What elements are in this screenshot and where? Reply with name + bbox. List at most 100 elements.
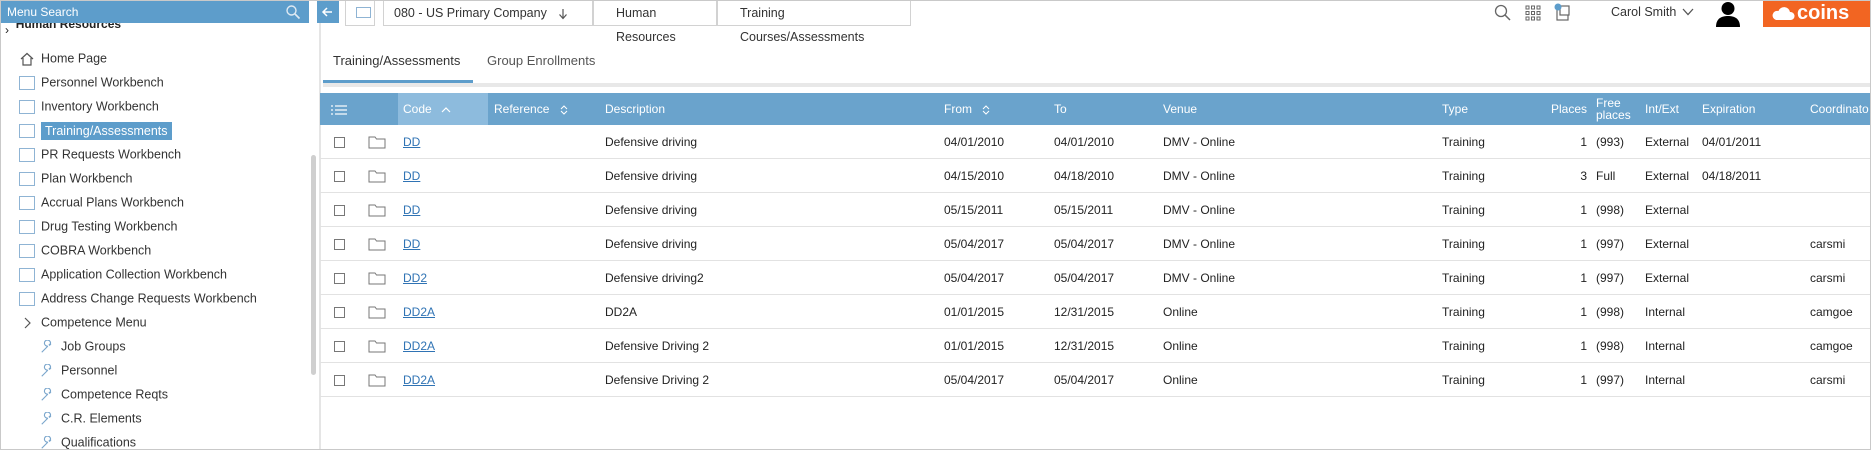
sidebar-subitem-competence-reqts[interactable]: Competence Reqts xyxy=(39,384,168,404)
cell-places: 1 xyxy=(1580,339,1587,353)
cell-code[interactable]: DD2 xyxy=(398,261,427,295)
folder-icon[interactable] xyxy=(368,271,386,285)
tab-training-assessments[interactable]: Training/Assessments xyxy=(323,47,473,83)
search-icon[interactable] xyxy=(285,4,301,20)
cell-from: 01/01/2015 xyxy=(944,305,1005,319)
cell-code[interactable]: DD xyxy=(398,159,420,193)
table-header: Code Reference Description From To Venue… xyxy=(320,93,1870,125)
folder-icon[interactable] xyxy=(368,339,386,353)
sidebar-item-cobra-workbench[interactable]: COBRA Workbench xyxy=(19,240,151,260)
tab-group-enrollments[interactable]: Group Enrollments xyxy=(487,47,595,83)
window-icon xyxy=(19,243,35,258)
column-header-type[interactable]: Type xyxy=(1442,93,1468,125)
sidebar-item-accrual-plans-workbench[interactable]: Accrual Plans Workbench xyxy=(19,192,184,212)
sidebar-subitem-qualifications[interactable]: Qualifications xyxy=(39,432,136,449)
cell-places: 1 xyxy=(1580,135,1587,149)
sidebar-scrollbar[interactable] xyxy=(311,155,316,375)
cell-to: 05/04/2017 xyxy=(1054,271,1115,285)
folder-icon[interactable] xyxy=(368,305,386,319)
sidebar-item-training-assessments[interactable]: Training/Assessments xyxy=(19,120,172,140)
column-header-int-ext[interactable]: Int/Ext xyxy=(1645,93,1679,125)
folder-icon[interactable] xyxy=(368,203,386,217)
row-checkbox[interactable] xyxy=(334,171,345,182)
window-icon xyxy=(19,99,35,114)
table-row[interactable]: DD2A Defensive Driving 2 05/04/2017 05/04/2… xyxy=(320,363,1870,397)
cell-code[interactable]: DD xyxy=(398,125,420,159)
column-header-from[interactable]: From xyxy=(944,93,991,125)
sidebar-item-personnel-workbench[interactable]: Personnel Workbench xyxy=(19,72,164,92)
table-row[interactable]: DD2 Defensive driving2 05/04/2017 05/04/201… xyxy=(320,261,1870,295)
cell-places: 1 xyxy=(1580,271,1587,285)
row-checkbox[interactable] xyxy=(334,273,345,284)
notifications-icon[interactable] xyxy=(1553,3,1573,23)
wrench-icon xyxy=(41,411,52,425)
cell-code[interactable]: DD2A xyxy=(398,295,435,329)
sidebar-item-label: Competence Reqts xyxy=(61,387,169,402)
column-header-expiration[interactable]: Expiration xyxy=(1702,93,1755,125)
cell-free-places: (998) xyxy=(1596,305,1625,319)
row-checkbox[interactable] xyxy=(334,239,345,250)
cell-int-ext: External xyxy=(1645,135,1690,149)
table-row[interactable]: DD Defensive driving 05/04/2017 05/04/2017 D… xyxy=(320,227,1870,261)
sidebar-item-drug-testing-workbench[interactable]: Drug Testing Workbench xyxy=(19,216,177,236)
cell-from: 04/15/2010 xyxy=(944,169,1005,183)
column-header-description[interactable]: Description xyxy=(605,93,665,125)
sidebar-item-competence-menu[interactable]: Competence Menu xyxy=(19,312,147,332)
cell-code[interactable]: DD2A xyxy=(398,363,435,397)
row-checkbox[interactable] xyxy=(334,137,345,148)
sidebar-subitem-cr-elements[interactable]: C.R. Elements xyxy=(39,408,142,428)
cell-free-places: Full xyxy=(1596,169,1616,183)
menu-search[interactable]: Menu Search xyxy=(1,1,309,23)
table-row[interactable]: DD Defensive driving 05/15/2011 05/15/2011 D… xyxy=(320,193,1870,227)
chevron-down-icon[interactable] xyxy=(1681,6,1695,18)
sidebar-item-pr-requests-workbench[interactable]: PR Requests Workbench xyxy=(19,144,181,164)
column-header-places[interactable]: Places xyxy=(1551,93,1587,125)
breadcrumb-home[interactable] xyxy=(345,1,375,26)
breadcrumb-company[interactable]: 080 - US Primary Company xyxy=(383,1,593,26)
cell-type: Training xyxy=(1442,305,1485,319)
sidebar-subitem-job-groups[interactable]: Job Groups xyxy=(39,336,126,356)
table-row[interactable]: DD Defensive driving 04/15/2010 04/18/2010 D… xyxy=(320,159,1870,193)
sidebar-item-application-collection-workbench[interactable]: Application Collection Workbench xyxy=(19,264,227,284)
cell-coordinator: camgoe xyxy=(1810,305,1853,319)
sidebar-item-home[interactable]: Home Page xyxy=(19,48,107,68)
cell-venue: Online xyxy=(1163,373,1198,387)
cell-code[interactable]: DD2A xyxy=(398,329,435,363)
sidebar-item-inventory-workbench[interactable]: Inventory Workbench xyxy=(19,96,159,116)
row-checkbox[interactable] xyxy=(334,375,345,386)
sidebar-subitem-personnel[interactable]: Personnel xyxy=(39,360,117,380)
folder-icon[interactable] xyxy=(368,237,386,251)
sidebar-item-label: PR Requests Workbench xyxy=(41,147,182,162)
column-header-label: places xyxy=(1596,108,1631,122)
folder-icon[interactable] xyxy=(368,135,386,149)
cell-venue: DMV - Online xyxy=(1163,203,1236,217)
breadcrumb-training[interactable]: Training Courses/Assessments xyxy=(717,1,911,44)
column-header-reference[interactable]: Reference xyxy=(494,93,594,125)
column-header-code[interactable]: Code xyxy=(398,93,488,125)
cell-code[interactable]: DD xyxy=(398,227,420,261)
tree-root[interactable]: › Human Resources xyxy=(5,23,121,37)
user-name[interactable]: Carol Smith xyxy=(1611,1,1676,23)
table-row[interactable]: DD2A Defensive Driving 2 01/01/2015 12/31/2… xyxy=(320,329,1870,363)
cell-code[interactable]: DD xyxy=(398,193,420,227)
sidebar-item-address-change-requests-workbench[interactable]: Address Change Requests Workbench xyxy=(19,288,257,308)
apps-grid-icon[interactable] xyxy=(1523,3,1543,23)
column-header-to[interactable]: To xyxy=(1054,93,1067,125)
folder-icon[interactable] xyxy=(368,169,386,183)
row-checkbox[interactable] xyxy=(334,307,345,318)
column-header-venue[interactable]: Venue xyxy=(1163,93,1197,125)
row-checkbox[interactable] xyxy=(334,341,345,352)
table-row[interactable]: DD Defensive driving 04/01/2010 04/01/2010 D… xyxy=(320,125,1870,159)
row-checkbox[interactable] xyxy=(334,205,345,216)
folder-icon[interactable] xyxy=(368,373,386,387)
breadcrumb-human-resources[interactable]: Human Resources xyxy=(593,1,717,44)
column-header-coordinator[interactable]: Coordinato xyxy=(1810,93,1869,125)
search-icon[interactable] xyxy=(1493,3,1513,23)
sidebar-item-plan-workbench[interactable]: Plan Workbench xyxy=(19,168,133,188)
avatar[interactable] xyxy=(1713,1,1743,27)
column-chooser-button[interactable] xyxy=(320,93,384,125)
cell-places: 1 xyxy=(1580,237,1587,251)
column-header-free-places[interactable]: Free places xyxy=(1596,93,1631,125)
table-row[interactable]: DD2A DD2A 01/01/2015 12/31/2015 Online Traini… xyxy=(320,295,1870,329)
sidebar-item-label: Accrual Plans Workbench xyxy=(41,195,184,210)
